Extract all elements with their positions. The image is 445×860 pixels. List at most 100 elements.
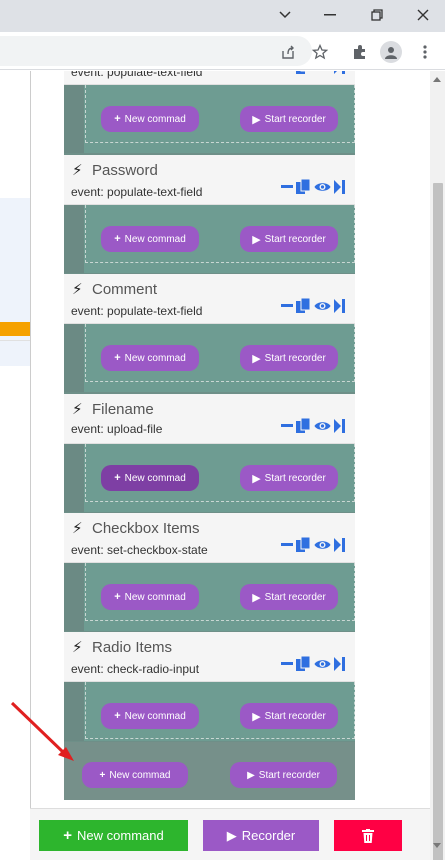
new-command-button[interactable]: + New commad (101, 584, 199, 610)
extensions-puzzle-icon[interactable] (349, 41, 371, 63)
tab-search-icon[interactable] (273, 4, 297, 26)
copy-icon[interactable] (296, 71, 311, 75)
recorder-footer-button[interactable]: ▶ Recorder (203, 820, 319, 851)
profile-avatar[interactable] (380, 41, 402, 63)
field-actions (281, 537, 345, 553)
new-command-button[interactable]: + New commad (82, 762, 188, 788)
field-commands-zone: + New commad ▶ Start recorder (64, 682, 355, 741)
minimize-icon[interactable] (318, 4, 342, 26)
field-header: ⚡ Filename event: upload-file (64, 394, 355, 444)
field-event: event: populate-text-field (71, 304, 203, 318)
window-titlebar (0, 0, 445, 32)
field-commands-zone: + New commad ▶ Start recorder (64, 324, 355, 392)
background-page-accent (0, 322, 30, 336)
field-item: ⚡ Comment event: populate-text-field + New… (64, 274, 355, 392)
step-forward-icon[interactable] (334, 419, 345, 433)
field-header: ⚡ Radio Items event: check-radio-input (64, 632, 355, 682)
eye-icon[interactable] (314, 300, 331, 312)
scrollbar[interactable] (430, 71, 445, 860)
field-commands-zone: + New commad ▶ Start recorder (64, 205, 355, 273)
scroll-up-icon[interactable] (433, 77, 441, 82)
play-icon: ▶ (226, 827, 237, 843)
field-item: ⚡ Password event: populate-text-field + Ne… (64, 155, 355, 273)
lightning-icon: ⚡ (72, 401, 83, 418)
field-item: ⚡ Radio Items event: check-radio-input + N… (64, 632, 355, 741)
step-forward-icon[interactable] (334, 538, 345, 552)
address-bar[interactable] (0, 36, 312, 66)
field-name: ⚡ Password (72, 161, 158, 180)
group-commands-zone: + New commad ▶ Start recorder (64, 742, 355, 800)
copy-icon[interactable] (296, 418, 311, 434)
bookmark-star-icon[interactable] (309, 41, 331, 63)
field-actions (281, 656, 345, 672)
field-event: event: upload-file (71, 422, 163, 436)
eye-icon[interactable] (314, 181, 331, 193)
eye-icon[interactable] (314, 539, 331, 551)
field-actions (281, 179, 345, 195)
field-item: ⚡ Checkbox Items event: set-checkbox-stat… (64, 513, 355, 631)
minus-icon[interactable] (281, 304, 293, 308)
field-header: ⚡ Checkbox Items event: set-checkbox-stat… (64, 513, 355, 563)
restore-icon[interactable] (365, 4, 389, 26)
step-forward-icon[interactable] (334, 71, 345, 74)
start-recorder-button[interactable]: ▶ Start recorder (240, 584, 338, 610)
scroll-down-icon[interactable] (433, 843, 441, 848)
field-commands-zone: + New commad ▶ Start recorder (64, 85, 355, 153)
step-forward-icon[interactable] (334, 180, 345, 194)
copy-icon[interactable] (296, 298, 311, 314)
plus-icon: + (114, 113, 121, 125)
plus-icon: + (99, 769, 106, 781)
play-icon: ▶ (252, 352, 261, 365)
plus-icon: + (114, 591, 121, 603)
new-command-button[interactable]: + New commad (101, 703, 199, 729)
start-recorder-button[interactable]: ▶ Start recorder (240, 703, 338, 729)
start-recorder-button[interactable]: ▶ Start recorder (240, 465, 338, 491)
trash-icon (362, 828, 374, 843)
close-window-icon[interactable] (411, 4, 435, 26)
field-header: ⚡ event: populate-text-field (64, 71, 355, 85)
field-item: ⚡ Filename event: upload-file + New commad… (64, 394, 355, 512)
step-forward-icon[interactable] (334, 657, 345, 671)
start-recorder-button[interactable]: ▶ Start recorder (240, 226, 338, 252)
minus-icon[interactable] (281, 662, 293, 666)
plus-icon: + (114, 472, 121, 484)
start-recorder-button[interactable]: ▶ Start recorder (230, 762, 337, 788)
new-command-footer-button[interactable]: + New command (39, 820, 188, 851)
scrollbar-thumb[interactable] (433, 183, 443, 860)
start-recorder-button[interactable]: ▶ Start recorder (240, 106, 338, 132)
plus-icon: + (63, 827, 73, 844)
plus-icon: + (114, 233, 121, 245)
field-name: ⚡ Radio Items (72, 638, 173, 657)
field-commands-zone: + New commad ▶ Start recorder (64, 563, 355, 631)
eye-icon[interactable] (314, 420, 331, 432)
lightning-icon: ⚡ (72, 520, 83, 537)
lightning-icon: ⚡ (72, 162, 83, 179)
browser-menu-icon[interactable] (414, 41, 436, 63)
field-header: ⚡ Comment event: populate-text-field (64, 274, 355, 324)
new-command-button[interactable]: + New commad (101, 226, 199, 252)
field-name: ⚡ Filename (72, 400, 154, 419)
share-icon[interactable] (277, 41, 299, 63)
step-forward-icon[interactable] (334, 299, 345, 313)
play-icon: ▶ (247, 769, 255, 781)
start-recorder-button[interactable]: ▶ Start recorder (240, 345, 338, 371)
new-command-button[interactable]: + New commad (101, 106, 199, 132)
copy-icon[interactable] (296, 656, 311, 672)
field-actions (281, 298, 345, 314)
field-list: ⚡ event: populate-text-field +New commad… (64, 71, 355, 800)
minus-icon[interactable] (281, 424, 293, 428)
eye-icon[interactable] (314, 71, 331, 73)
new-command-button[interactable]: + New commad (101, 465, 199, 491)
field-event: event: populate-text-field (71, 185, 203, 199)
plus-icon: + (114, 352, 121, 364)
field-header: ⚡ Password event: populate-text-field (64, 155, 355, 205)
delete-button[interactable] (334, 820, 402, 851)
minus-icon[interactable] (281, 543, 293, 547)
field-name: ⚡ Checkbox Items (72, 519, 200, 538)
new-command-button[interactable]: + New commad (101, 345, 199, 371)
minus-icon[interactable] (281, 185, 293, 189)
copy-icon[interactable] (296, 179, 311, 195)
copy-icon[interactable] (296, 537, 311, 553)
eye-icon[interactable] (314, 658, 331, 670)
field-event: event: set-checkbox-state (71, 543, 208, 557)
